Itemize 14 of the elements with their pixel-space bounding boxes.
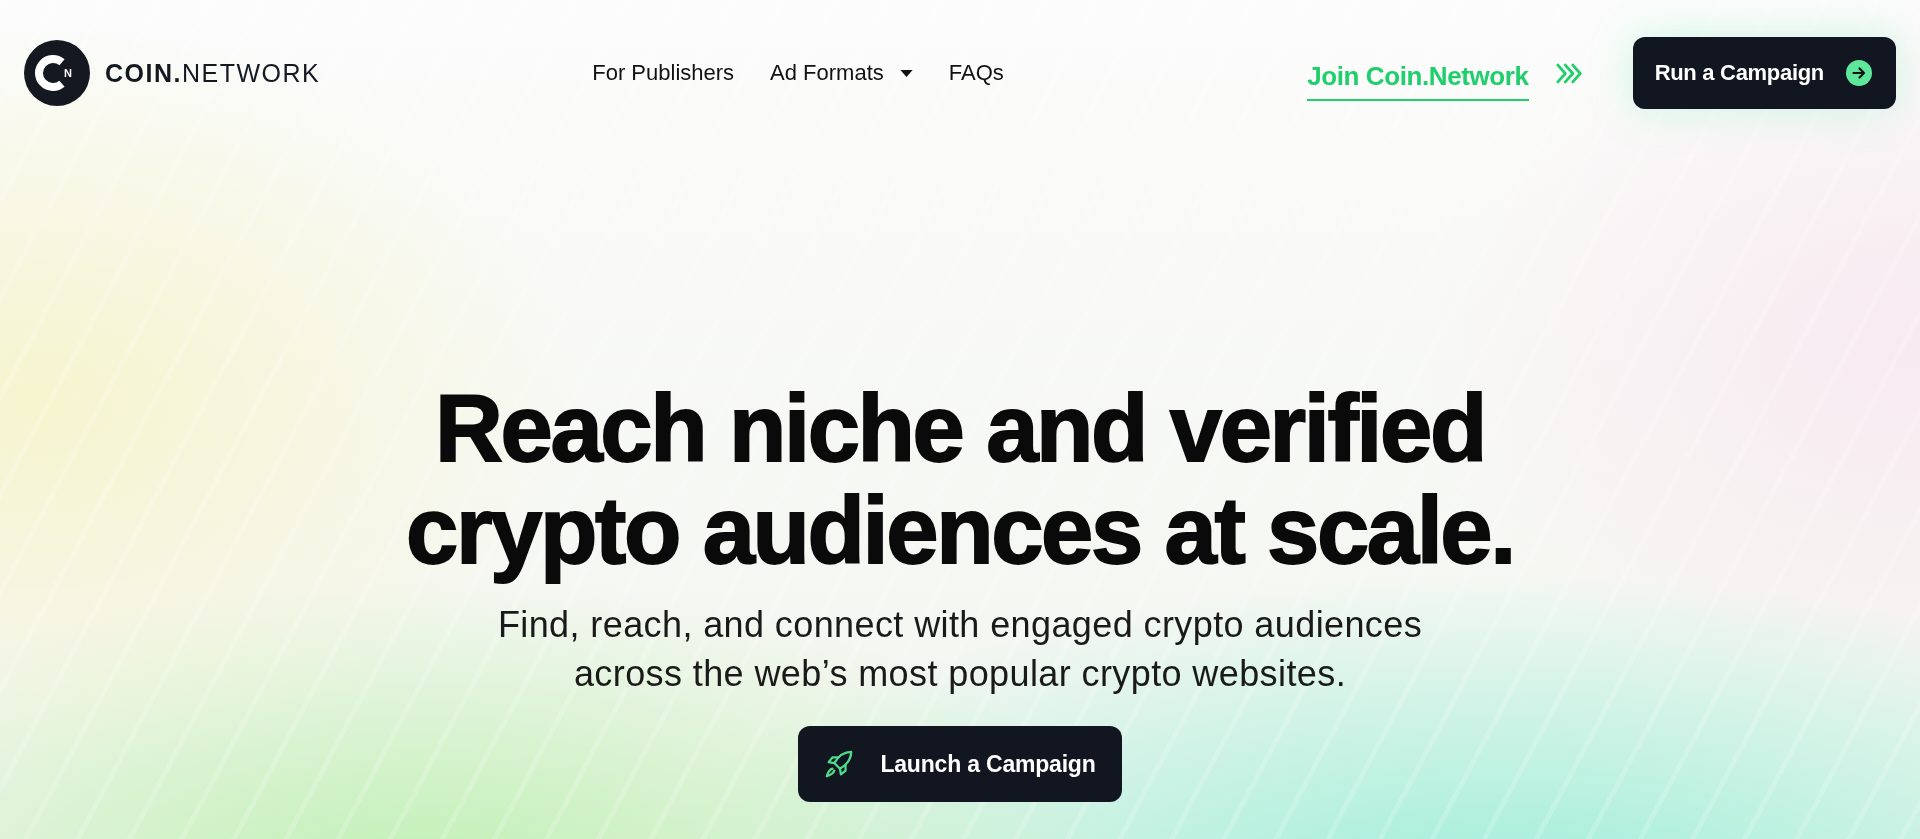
caret-down-icon xyxy=(899,69,913,77)
launch-campaign-button[interactable]: Launch a Campaign xyxy=(798,726,1122,802)
logo-letter: N xyxy=(64,67,72,79)
nav-link[interactable]: FAQs xyxy=(948,60,1004,86)
chevrons-right-icon xyxy=(1555,62,1584,84)
nav-link[interactable]: For Publishers xyxy=(592,60,735,86)
hero-headline: Reach niche and verified crypto audiences at scale. xyxy=(405,378,1515,582)
arrow-right-icon xyxy=(1846,60,1872,86)
logo-wordmark[interactable]: COIN.NETWORK xyxy=(105,58,321,88)
rocket-icon xyxy=(824,749,855,779)
run-campaign-button[interactable]: Run a Campaign xyxy=(1632,37,1896,109)
logo-icon[interactable] xyxy=(24,40,90,106)
nav-link[interactable]: Ad Formats xyxy=(770,60,913,86)
hero-subtitle: Find, reach, and connect with engaged crypto audiences across the web’s most popular crypto websites. xyxy=(496,603,1424,696)
